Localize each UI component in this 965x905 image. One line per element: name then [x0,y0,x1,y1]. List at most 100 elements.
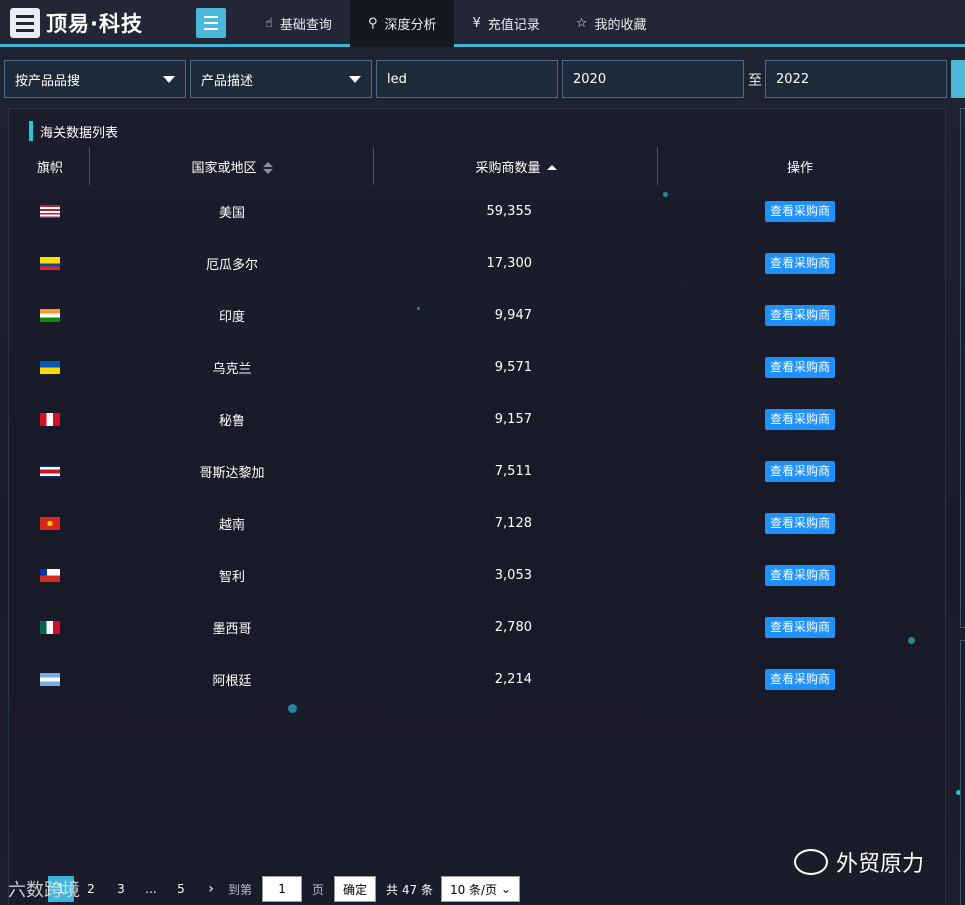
pagination: 1 2 3 ... 5 › 到第 1 页 确定 共 47 条 10 条/页 ⌄ [48,876,520,902]
buyer-count-cell: 3,053 [494,567,532,583]
search-mode-value: 按产品品搜 [15,73,81,89]
buyer-count-cell: 59,355 [486,203,533,219]
action-cell: 查看采购商 [658,445,942,497]
chevron-right-icon[interactable]: › [198,876,224,902]
table-row: 厄瓜多尔 17,300 查看采购商 [10,237,942,289]
col-header-action: 操作 [786,160,813,176]
view-buyers-button[interactable]: 查看采购商 [764,616,835,638]
sort-icon[interactable] [546,164,557,172]
keyword-input[interactable]: led [376,60,558,98]
view-buyers-button[interactable]: 查看采购商 [764,564,835,586]
page-unit-label: 页 [312,882,325,897]
nav-item-basic-query[interactable]: ☝ 基础查询 [247,0,350,47]
chevron-down-icon [349,76,361,83]
view-buyers-button[interactable]: 查看采购商 [764,200,835,222]
country-cell: 墨西哥 [212,621,252,637]
action-cell: 查看采购商 [658,497,942,549]
nav-item-recharge-records[interactable]: ¥ 充值记录 [454,0,557,47]
country-cell: 哥斯达黎加 [199,465,265,481]
wechat-icon [794,849,828,875]
flag-cl-icon [40,568,60,582]
search-mode-select[interactable]: 按产品品搜 [4,60,186,98]
star-icon: ☆ [575,16,588,31]
watermark-right: 外贸原力 [794,846,924,878]
flag-cell [10,653,90,705]
logo[interactable]: 顶易·科技 [10,8,143,38]
table-row: 乌克兰 9,571 查看采购商 [10,341,942,393]
buyer-count-cell: 2,780 [494,619,532,635]
flag-pe-icon [40,412,60,426]
nav-item-deep-analysis[interactable]: ⚲ 深度分析 [349,0,455,47]
flag-vn-icon [40,516,60,530]
nav-item-label: 深度分析 [384,18,437,33]
search-field-select[interactable]: 产品描述 [190,60,372,98]
flag-cell [10,289,90,341]
country-cell: 印度 [218,309,245,325]
country-cell: 越南 [218,517,245,533]
view-buyers-button[interactable]: 查看采购商 [764,252,835,274]
page-ellipsis[interactable]: ... [138,876,164,902]
country-cell: 秘鲁 [218,413,245,429]
table-row: 智利 3,053 查看采购商 [10,549,942,601]
flag-cell [10,237,90,289]
page-button[interactable]: 3 [108,876,134,902]
view-buyers-button[interactable]: 查看采购商 [764,408,835,430]
nav-item-label: 充值记录 [487,18,540,33]
country-cell: 智利 [218,569,245,585]
menu-toggle-button[interactable] [196,8,226,38]
table-row: 哥斯达黎加 7,511 查看采购商 [10,445,942,497]
top-bar: 顶易·科技 ☝ 基础查询 ⚲ 深度分析 ¥ 充值记录 ☆ 我的收藏 [0,0,965,47]
watermark-left: 六数跨境 [8,880,80,901]
flag-ua-icon [40,360,60,374]
year-from-value: 2020 [573,71,607,87]
confirm-button[interactable]: 确定 [334,876,377,902]
page-button[interactable]: 2 [78,876,104,902]
side-panel [960,640,965,905]
flag-cell [10,497,90,549]
sort-icon[interactable] [262,162,273,174]
logo-icon [10,8,40,38]
flag-cr-icon [40,464,60,478]
action-cell: 查看采购商 [658,289,942,341]
view-buyers-button[interactable]: 查看采购商 [764,512,835,534]
country-cell: 美国 [218,205,245,221]
col-header-count[interactable]: 采购商数量 [374,147,658,185]
country-cell: 阿根廷 [212,673,252,689]
microscope-icon: ⚲ [367,16,378,31]
col-header-country[interactable]: 国家或地区 [90,147,374,185]
page-button[interactable]: 5 [168,876,194,902]
year-from-input[interactable]: 2020 [562,60,744,98]
goto-page-input[interactable]: 1 [262,876,303,902]
col-header-flag: 旗帜 [10,147,90,185]
view-buyers-button[interactable]: 查看采购商 [764,460,835,482]
search-bar: 按产品品搜 产品描述 led 2020 至 2022 [0,60,965,98]
table-row: 越南 7,128 查看采购商 [10,497,942,549]
title-accent-bar [29,121,33,141]
nav-item-label: 基础查询 [279,18,332,33]
buyer-count-cell: 9,157 [494,411,532,427]
table-row: 墨西哥 2,780 查看采购商 [10,601,942,653]
search-button[interactable] [951,60,965,98]
view-buyers-button[interactable]: 查看采购商 [764,356,835,378]
flag-cell [10,393,90,445]
view-buyers-button[interactable]: 查看采购商 [764,668,835,690]
keyword-value: led [387,71,407,87]
panel-title: 海关数据列表 [29,121,118,141]
nav-item-favorites[interactable]: ☆ 我的收藏 [558,0,665,47]
action-cell: 查看采购商 [658,341,942,393]
page-size-select[interactable]: 10 条/页 ⌄ [440,876,520,902]
action-cell: 查看采购商 [658,653,942,705]
year-to-input[interactable]: 2022 [765,60,947,98]
buyer-count-cell: 17,300 [486,255,533,271]
view-buyers-button[interactable]: 查看采购商 [764,304,835,326]
flag-cell [10,185,90,237]
main-nav: ☝ 基础查询 ⚲ 深度分析 ¥ 充值记录 ☆ 我的收藏 [247,0,664,47]
flag-cell [10,341,90,393]
goto-label: 到第 [228,882,253,897]
country-cell: 乌克兰 [212,361,252,377]
table-row: 印度 9,947 查看采购商 [10,289,942,341]
chevron-down-icon [163,76,175,83]
total-count: 共 47 条 [386,882,433,897]
flag-in-icon [40,308,60,322]
logo-text: 顶易·科技 [46,12,143,36]
